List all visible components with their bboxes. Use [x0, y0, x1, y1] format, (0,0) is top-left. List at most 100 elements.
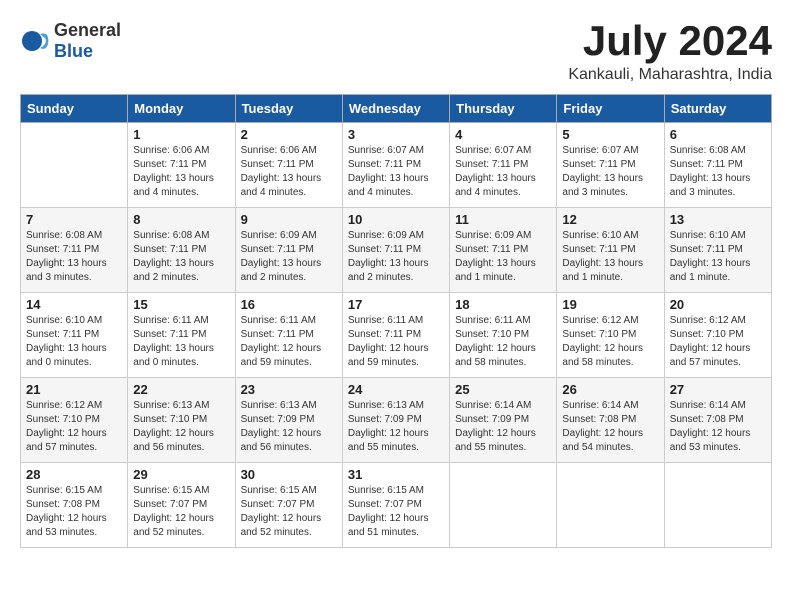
calendar-cell: 4 Sunrise: 6:07 AM Sunset: 7:11 PM Daylig…	[450, 123, 557, 208]
logo-text: General Blue	[54, 20, 121, 62]
calendar-cell: 15 Sunrise: 6:11 AM Sunset: 7:11 PM Dayli…	[128, 293, 235, 378]
day-number: 2	[241, 127, 337, 142]
calendar-cell: 6Sunrise: 6:08 AM Sunset: 7:11 PM Daylig…	[664, 123, 771, 208]
calendar-cell: 25 Sunrise: 6:14 AM Sunset: 7:09 PM Dayli…	[450, 378, 557, 463]
day-number: 16	[241, 297, 337, 312]
day-info: Sunrise: 6:11 AM Sunset: 7:10 PM Dayligh…	[455, 314, 551, 370]
calendar-week-2: 7 Sunrise: 6:08 AM Sunset: 7:11 PM Daylig…	[21, 208, 772, 293]
day-info: Sunrise: 6:13 AM Sunset: 7:09 PM Dayligh…	[348, 399, 444, 455]
header-sunday: Sunday	[21, 95, 128, 123]
day-number: 21	[26, 382, 122, 397]
day-info: Sunrise: 6:11 AM Sunset: 7:11 PM Dayligh…	[133, 314, 229, 370]
day-info: Sunrise: 6:07 AM Sunset: 7:11 PM Dayligh…	[562, 144, 658, 200]
calendar-week-5: 28Sunrise: 6:15 AM Sunset: 7:08 PM Dayli…	[21, 463, 772, 548]
day-number: 8	[133, 212, 229, 227]
day-info: Sunrise: 6:08 AM Sunset: 7:11 PM Dayligh…	[26, 229, 122, 285]
calendar-week-4: 21 Sunrise: 6:12 AM Sunset: 7:10 PM Dayli…	[21, 378, 772, 463]
day-number: 31	[348, 467, 444, 482]
calendar-cell: 19 Sunrise: 6:12 AM Sunset: 7:10 PM Dayli…	[557, 293, 664, 378]
day-info: Sunrise: 6:10 AM Sunset: 7:11 PM Dayligh…	[670, 229, 766, 285]
header-monday: Monday	[128, 95, 235, 123]
calendar-cell: 7 Sunrise: 6:08 AM Sunset: 7:11 PM Daylig…	[21, 208, 128, 293]
day-number: 3	[348, 127, 444, 142]
day-info: Sunrise: 6:09 AM Sunset: 7:11 PM Dayligh…	[348, 229, 444, 285]
day-info: Sunrise: 6:14 AM Sunset: 7:08 PM Dayligh…	[562, 399, 658, 455]
calendar-cell: 3 Sunrise: 6:07 AM Sunset: 7:11 PM Daylig…	[342, 123, 449, 208]
day-number: 6	[670, 127, 766, 142]
location-subtitle: Kankauli, Maharashtra, India	[568, 66, 772, 84]
day-number: 7	[26, 212, 122, 227]
logo-general: General	[54, 20, 121, 41]
calendar-week-1: 1 Sunrise: 6:06 AM Sunset: 7:11 PM Daylig…	[21, 123, 772, 208]
day-info: Sunrise: 6:12 AM Sunset: 7:10 PM Dayligh…	[26, 399, 122, 455]
day-number: 23	[241, 382, 337, 397]
logo-icon	[20, 26, 50, 56]
calendar-cell: 16 Sunrise: 6:11 AM Sunset: 7:11 PM Dayli…	[235, 293, 342, 378]
calendar-cell: 1 Sunrise: 6:06 AM Sunset: 7:11 PM Daylig…	[128, 123, 235, 208]
calendar-cell: 29Sunrise: 6:15 AM Sunset: 7:07 PM Dayli…	[128, 463, 235, 548]
calendar-cell: 20Sunrise: 6:12 AM Sunset: 7:10 PM Dayli…	[664, 293, 771, 378]
day-info: Sunrise: 6:13 AM Sunset: 7:09 PM Dayligh…	[241, 399, 337, 455]
day-info: Sunrise: 6:13 AM Sunset: 7:10 PM Dayligh…	[133, 399, 229, 455]
title-block: July 2024 Kankauli, Maharashtra, India	[568, 20, 772, 84]
calendar-cell: 30Sunrise: 6:15 AM Sunset: 7:07 PM Dayli…	[235, 463, 342, 548]
calendar-cell: 23 Sunrise: 6:13 AM Sunset: 7:09 PM Dayli…	[235, 378, 342, 463]
day-number: 9	[241, 212, 337, 227]
header-thursday: Thursday	[450, 95, 557, 123]
day-number: 27	[670, 382, 766, 397]
day-info: Sunrise: 6:12 AM Sunset: 7:10 PM Dayligh…	[562, 314, 658, 370]
day-number: 14	[26, 297, 122, 312]
day-number: 19	[562, 297, 658, 312]
day-number: 29	[133, 467, 229, 482]
calendar-cell: 17 Sunrise: 6:11 AM Sunset: 7:11 PM Dayli…	[342, 293, 449, 378]
day-number: 11	[455, 212, 551, 227]
day-info: Sunrise: 6:07 AM Sunset: 7:11 PM Dayligh…	[455, 144, 551, 200]
day-info: Sunrise: 6:10 AM Sunset: 7:11 PM Dayligh…	[26, 314, 122, 370]
day-info: Sunrise: 6:14 AM Sunset: 7:09 PM Dayligh…	[455, 399, 551, 455]
day-number: 28	[26, 467, 122, 482]
day-info: Sunrise: 6:14 AM Sunset: 7:08 PM Dayligh…	[670, 399, 766, 455]
day-info: Sunrise: 6:15 AM Sunset: 7:07 PM Dayligh…	[348, 484, 444, 540]
day-info: Sunrise: 6:10 AM Sunset: 7:11 PM Dayligh…	[562, 229, 658, 285]
calendar-cell: 18Sunrise: 6:11 AM Sunset: 7:10 PM Dayli…	[450, 293, 557, 378]
day-number: 4	[455, 127, 551, 142]
calendar-cell	[557, 463, 664, 548]
header-saturday: Saturday	[664, 95, 771, 123]
calendar-cell	[450, 463, 557, 548]
day-info: Sunrise: 6:06 AM Sunset: 7:11 PM Dayligh…	[133, 144, 229, 200]
calendar-cell: 5 Sunrise: 6:07 AM Sunset: 7:11 PM Daylig…	[557, 123, 664, 208]
month-title: July 2024	[568, 20, 772, 62]
calendar-cell: 10 Sunrise: 6:09 AM Sunset: 7:11 PM Dayli…	[342, 208, 449, 293]
day-number: 25	[455, 382, 551, 397]
day-number: 24	[348, 382, 444, 397]
day-info: Sunrise: 6:11 AM Sunset: 7:11 PM Dayligh…	[348, 314, 444, 370]
day-number: 12	[562, 212, 658, 227]
page-header: General Blue July 2024 Kankauli, Maharas…	[20, 20, 772, 84]
calendar-cell: 22Sunrise: 6:13 AM Sunset: 7:10 PM Dayli…	[128, 378, 235, 463]
header-friday: Friday	[557, 95, 664, 123]
calendar-cell: 13 Sunrise: 6:10 AM Sunset: 7:11 PM Dayli…	[664, 208, 771, 293]
calendar-cell	[664, 463, 771, 548]
day-number: 5	[562, 127, 658, 142]
day-number: 10	[348, 212, 444, 227]
day-number: 15	[133, 297, 229, 312]
calendar-cell: 11Sunrise: 6:09 AM Sunset: 7:11 PM Dayli…	[450, 208, 557, 293]
calendar-header-row: SundayMondayTuesdayWednesdayThursdayFrid…	[21, 95, 772, 123]
calendar-cell: 9Sunrise: 6:09 AM Sunset: 7:11 PM Daylig…	[235, 208, 342, 293]
day-info: Sunrise: 6:15 AM Sunset: 7:07 PM Dayligh…	[241, 484, 337, 540]
logo: General Blue	[20, 20, 121, 62]
day-number: 13	[670, 212, 766, 227]
day-number: 1	[133, 127, 229, 142]
calendar-cell: 8 Sunrise: 6:08 AM Sunset: 7:11 PM Daylig…	[128, 208, 235, 293]
day-info: Sunrise: 6:08 AM Sunset: 7:11 PM Dayligh…	[133, 229, 229, 285]
day-info: Sunrise: 6:11 AM Sunset: 7:11 PM Dayligh…	[241, 314, 337, 370]
calendar-cell: 31 Sunrise: 6:15 AM Sunset: 7:07 PM Dayli…	[342, 463, 449, 548]
calendar-cell: 24 Sunrise: 6:13 AM Sunset: 7:09 PM Dayli…	[342, 378, 449, 463]
calendar-cell: 12 Sunrise: 6:10 AM Sunset: 7:11 PM Dayli…	[557, 208, 664, 293]
header-tuesday: Tuesday	[235, 95, 342, 123]
calendar-cell: 28Sunrise: 6:15 AM Sunset: 7:08 PM Dayli…	[21, 463, 128, 548]
day-number: 17	[348, 297, 444, 312]
day-info: Sunrise: 6:07 AM Sunset: 7:11 PM Dayligh…	[348, 144, 444, 200]
calendar-cell: 27 Sunrise: 6:14 AM Sunset: 7:08 PM Dayli…	[664, 378, 771, 463]
header-wednesday: Wednesday	[342, 95, 449, 123]
